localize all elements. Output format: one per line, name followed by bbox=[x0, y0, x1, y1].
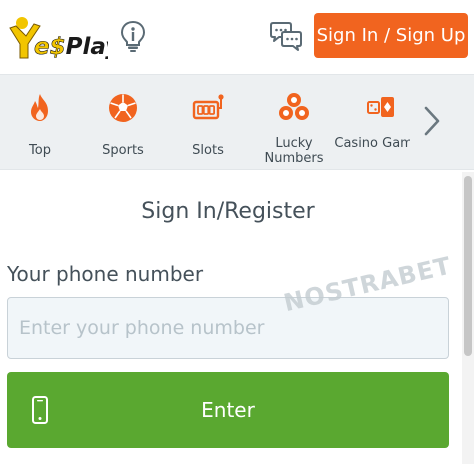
enter-button-label: Enter bbox=[201, 398, 255, 422]
info-bulb-icon[interactable] bbox=[119, 20, 147, 52]
yesplay-logo[interactable]: e$Play bbox=[4, 14, 121, 64]
nav-item-slots[interactable]: Slots bbox=[168, 75, 248, 169]
page-title: Sign In/Register bbox=[141, 199, 315, 224]
chevron-right-icon bbox=[424, 106, 440, 136]
nav-item-casino-games[interactable]: Casino Games bbox=[334, 75, 428, 169]
nav-item-sports[interactable]: Sports bbox=[83, 75, 163, 169]
chat-icon[interactable] bbox=[268, 21, 304, 53]
enter-button[interactable]: Enter bbox=[7, 372, 449, 448]
svg-text:e$Play: e$Play bbox=[34, 34, 108, 60]
scrollbar-thumb[interactable] bbox=[464, 176, 472, 356]
phone-number-input[interactable] bbox=[7, 297, 449, 359]
yesplay-logo-graphic: e$Play bbox=[9, 17, 121, 60]
nav-next-button[interactable] bbox=[410, 75, 454, 169]
soccer-ball-icon bbox=[109, 94, 137, 122]
nav-label-slots: Slots bbox=[192, 143, 224, 158]
signin-signup-button[interactable]: Sign In / Sign Up bbox=[314, 13, 468, 58]
lottery-balls-icon bbox=[279, 93, 309, 120]
nav-item-top[interactable]: Top bbox=[0, 75, 80, 169]
flame-icon bbox=[31, 94, 48, 121]
casino-cards-icon bbox=[367, 97, 394, 117]
nav-label-lucky-numbers: Lucky Numbers bbox=[264, 136, 324, 166]
slot-machine-icon bbox=[192, 94, 224, 120]
category-nav: Top Sports Slots Lucky Numbers Casino Ga… bbox=[0, 74, 474, 170]
app-header: e$Play Sign In / Sign Up bbox=[0, 0, 474, 74]
page-scrollbar[interactable] bbox=[462, 172, 474, 464]
phone-number-label: Your phone number bbox=[7, 262, 204, 286]
nav-item-lucky-numbers[interactable]: Lucky Numbers bbox=[254, 75, 334, 169]
